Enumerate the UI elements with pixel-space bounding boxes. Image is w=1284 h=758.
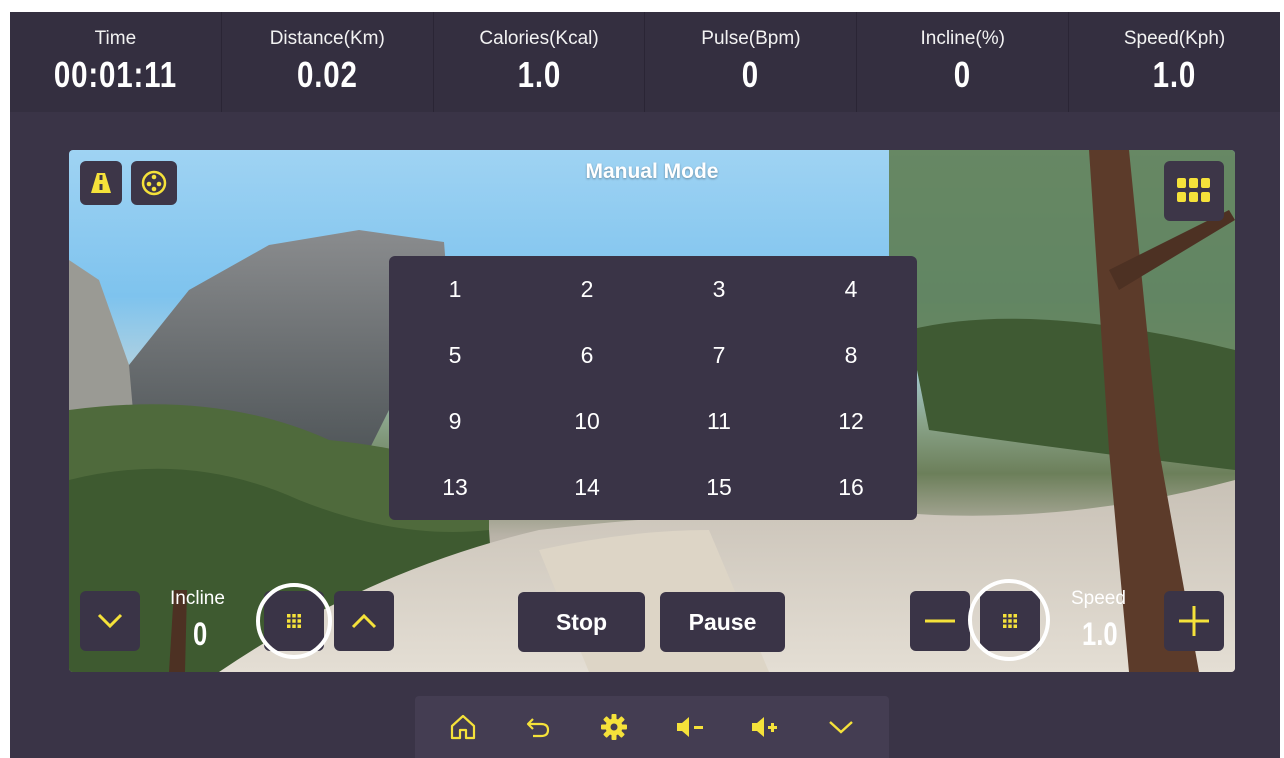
- level-option[interactable]: 6: [521, 322, 653, 388]
- plus-icon: [1179, 606, 1209, 636]
- pause-button[interactable]: Pause: [660, 592, 785, 652]
- minus-icon: [925, 619, 955, 623]
- level-option[interactable]: 15: [653, 454, 785, 520]
- highlight-circle: [256, 583, 332, 659]
- level-option[interactable]: 7: [653, 322, 785, 388]
- level-option[interactable]: 2: [521, 256, 653, 322]
- highlight-circle: [968, 579, 1050, 661]
- incline-up-button[interactable]: [334, 591, 394, 651]
- film-reel-icon: [141, 170, 167, 196]
- home-icon: [450, 714, 475, 740]
- stat-value: 0: [742, 54, 760, 95]
- stat-value: 00:01:11: [53, 54, 177, 95]
- scenery-video[interactable]: Manual Mode 1 2 3 4 5 6 7 8 9 10 11 12 1…: [69, 150, 1235, 672]
- stat-label: Pulse(Bpm): [701, 28, 801, 49]
- volume-up-icon: [752, 717, 778, 737]
- incline-value: 0: [193, 616, 208, 652]
- speed-up-button[interactable]: [1164, 591, 1224, 651]
- level-option[interactable]: 5: [389, 322, 521, 388]
- collapse-toolbar-button[interactable]: [818, 704, 864, 750]
- stat-label: Incline(%): [920, 28, 1005, 49]
- speed-label: Speed: [1071, 588, 1126, 609]
- volume-down-button[interactable]: [667, 704, 713, 750]
- chevron-up-icon: [351, 613, 377, 629]
- level-option[interactable]: 8: [785, 322, 917, 388]
- level-selector-popup: 1 2 3 4 5 6 7 8 9 10 11 12 13 14 15 16: [389, 256, 917, 520]
- volume-down-icon: [676, 717, 703, 737]
- stat-time: Time 00:01:11: [10, 12, 222, 112]
- treadmill-screen: Time 00:01:11 Distance(Km) 0.02 Calories…: [10, 12, 1280, 758]
- mode-title: Manual Mode: [585, 160, 719, 183]
- stat-pulse: Pulse(Bpm) 0: [645, 12, 858, 112]
- incline-down-button[interactable]: [80, 591, 140, 651]
- stat-value: 1.0: [517, 54, 561, 95]
- settings-button[interactable]: [591, 704, 637, 750]
- speed-down-button[interactable]: [910, 591, 970, 651]
- level-option[interactable]: 3: [653, 256, 785, 322]
- stat-label: Distance(Km): [269, 28, 385, 49]
- stat-incline: Incline(%) 0: [857, 12, 1070, 112]
- incline-label: Incline: [170, 588, 225, 609]
- apps-grid-button[interactable]: [1164, 161, 1224, 221]
- stop-button[interactable]: Stop: [518, 592, 645, 652]
- stat-label: Calories(Kcal): [479, 28, 599, 49]
- stat-value: 0.02: [296, 54, 358, 95]
- stat-speed: Speed(Kph) 1.0: [1069, 12, 1280, 112]
- level-option[interactable]: 16: [785, 454, 917, 520]
- level-option[interactable]: 12: [785, 388, 917, 454]
- stat-value: 1.0: [1152, 54, 1197, 95]
- speed-value: 1.0: [1082, 616, 1118, 652]
- settings-icon: [601, 714, 628, 740]
- level-option[interactable]: 1: [389, 256, 521, 322]
- level-option[interactable]: 13: [389, 454, 521, 520]
- chevron-down-icon: [829, 721, 853, 734]
- back-button[interactable]: [515, 704, 561, 750]
- video-reel-button[interactable]: [131, 161, 177, 205]
- road-mode-button[interactable]: [80, 161, 122, 205]
- stat-label: Speed(Kph): [1123, 28, 1226, 49]
- road-icon: [91, 173, 111, 193]
- chevron-down-icon: [97, 613, 123, 629]
- level-option[interactable]: 9: [389, 388, 521, 454]
- level-option[interactable]: 4: [785, 256, 917, 322]
- home-button[interactable]: [440, 704, 486, 750]
- bottom-toolbar: [415, 696, 889, 758]
- stat-calories: Calories(Kcal) 1.0: [434, 12, 646, 112]
- stats-bar: Time 00:01:11 Distance(Km) 0.02 Calories…: [10, 12, 1280, 112]
- level-option[interactable]: 14: [521, 454, 653, 520]
- grid-icon: [1177, 178, 1210, 202]
- back-icon: [527, 718, 550, 738]
- stat-value: 0: [954, 54, 972, 95]
- stat-label: Time: [94, 28, 137, 49]
- stat-distance: Distance(Km) 0.02: [222, 12, 434, 112]
- level-option[interactable]: 10: [521, 388, 653, 454]
- volume-up-button[interactable]: [742, 704, 788, 750]
- level-option[interactable]: 11: [653, 388, 785, 454]
